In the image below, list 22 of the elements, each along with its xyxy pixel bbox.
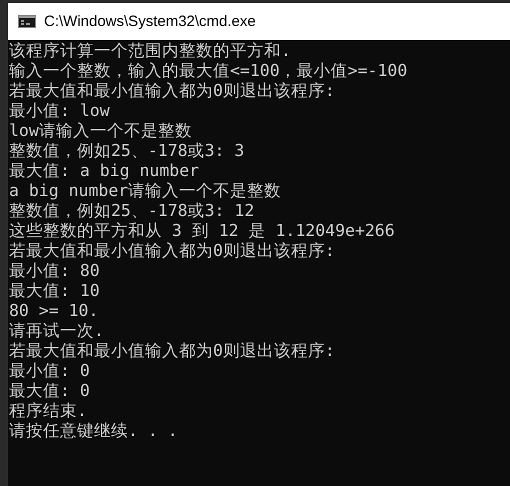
- console-line: 最大值: a big number: [9, 161, 200, 181]
- console-line: 若最大值和最小值输入都为0则退出该程序:: [9, 241, 335, 261]
- console-line: 最大值: 0: [9, 381, 90, 401]
- console-line: 若最大值和最小值输入都为0则退出该程序:: [9, 81, 335, 101]
- console-line: 80 >= 10.: [9, 301, 98, 321]
- console-line: 输入一个整数，输入的最大值<=100，最小值>=-100: [9, 61, 408, 81]
- console-line: 最小值: 0: [9, 361, 90, 381]
- console-line: 整数值，例如25、-178或3: 3: [9, 141, 244, 161]
- console-line: 最大值: 10: [9, 281, 100, 301]
- console-line: a big number请输入一个不是整数: [9, 181, 282, 201]
- console-line: 程序结束.: [9, 401, 87, 421]
- console-line: 最小值: low: [9, 101, 110, 121]
- console-line: 整数值，例如25、-178或3: 12: [9, 201, 254, 221]
- console-line: 若最大值和最小值输入都为0则退出该程序:: [9, 341, 335, 361]
- console-line: 这些整数的平方和从 3 到 12 是 1.12049e+266: [9, 221, 395, 241]
- console-line: 最小值: 80: [9, 261, 100, 281]
- window-title: C:\Windows\System32\cmd.exe: [44, 13, 256, 30]
- console-line: 请按任意键继续. . .: [9, 421, 178, 441]
- console-icon: [18, 15, 36, 28]
- console-line: low请输入一个不是整数: [9, 121, 192, 141]
- console-line: 该程序计算一个范围内整数的平方和.: [9, 41, 291, 61]
- console-line: 请再试一次.: [9, 321, 104, 341]
